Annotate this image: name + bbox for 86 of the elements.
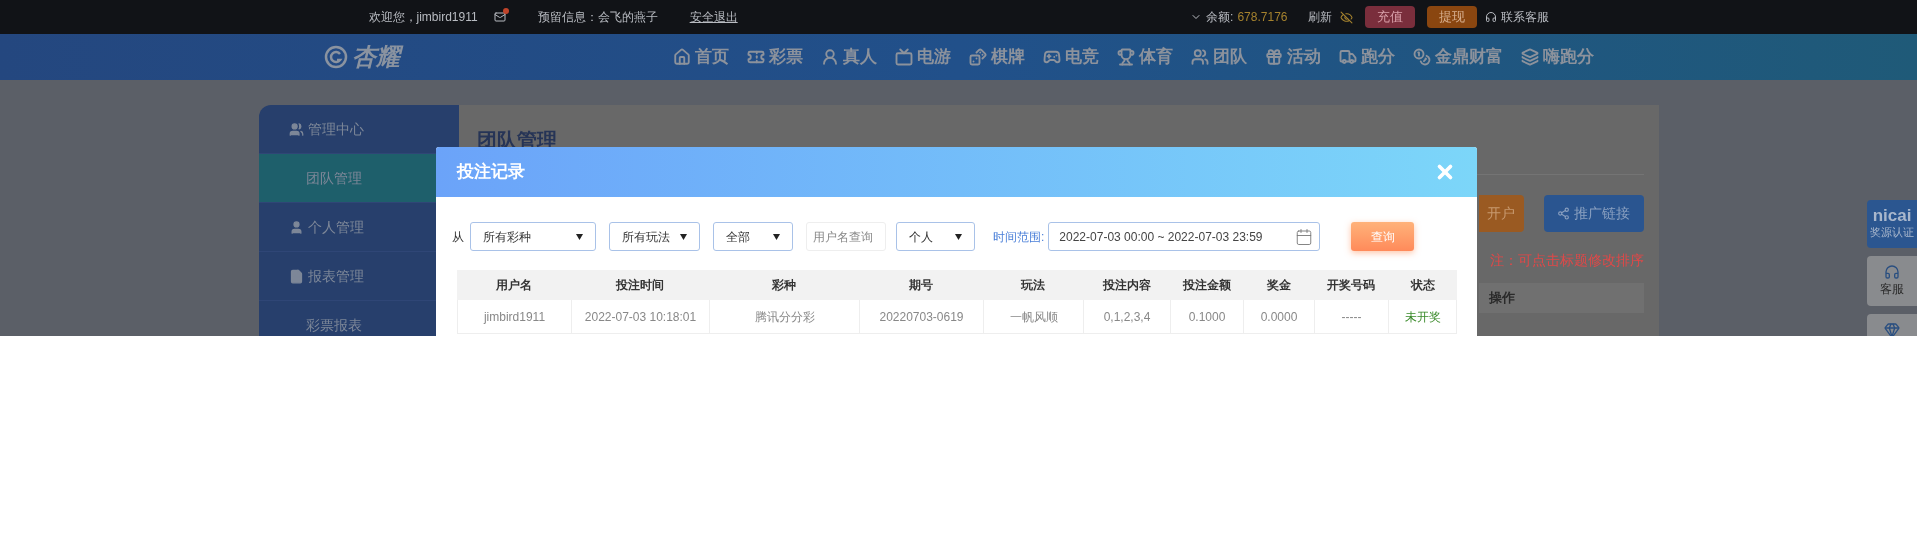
sort-note: 注：可点击标题修改排序	[1489, 251, 1644, 270]
nav-item[interactable]: 棋牌	[968, 44, 1025, 70]
nav-item[interactable]: 电游	[894, 44, 951, 70]
column-header[interactable]: 开奖号码	[1314, 270, 1388, 300]
dialog-title: 投注记录	[457, 161, 525, 184]
nav-icon	[1264, 48, 1283, 66]
column-header[interactable]: 投注时间	[571, 270, 709, 300]
table-cell: -----	[1314, 300, 1388, 333]
dropdown[interactable]: 所有玩法	[609, 222, 700, 251]
table-cell: 0.0000	[1243, 300, 1314, 333]
table-cell: 一帆风顺	[983, 300, 1083, 333]
diamond-icon	[1884, 322, 1900, 336]
nav-icon	[1116, 48, 1135, 66]
nav-item[interactable]: 金鼎财富	[1412, 44, 1503, 70]
nav-icon	[820, 48, 839, 66]
diamond-tile[interactable]	[1867, 314, 1917, 336]
balance-amount: 678.7176	[1237, 9, 1288, 26]
caret-icon	[773, 233, 780, 240]
headset-icon[interactable]	[1484, 11, 1497, 23]
headset-icon	[1884, 264, 1900, 280]
document-icon	[288, 268, 304, 284]
support-link[interactable]: 联系客服	[1500, 8, 1549, 26]
table-cell: 未开奖	[1388, 300, 1457, 333]
time-range-label: 时间范围:	[993, 228, 1045, 246]
column-header[interactable]: 玩法	[983, 270, 1083, 300]
column-header[interactable]: 操作	[1488, 288, 1515, 308]
nav-icon	[1520, 48, 1539, 66]
table-cell: 20220703-0619	[859, 300, 983, 333]
nav-item[interactable]: 彩票	[746, 44, 803, 70]
greeting: 欢迎您，jimbird1911	[368, 9, 478, 26]
reserved-message: 预留信息：会飞的燕子	[537, 9, 658, 26]
support-tile[interactable]: 客服	[1867, 256, 1917, 306]
users-icon	[288, 121, 304, 137]
nav-icon	[672, 48, 691, 66]
mail-icon[interactable]	[493, 11, 506, 23]
caret-icon	[576, 233, 583, 240]
logo-mark-icon	[323, 45, 348, 69]
nav-item[interactable]: 嗨跑分	[1520, 44, 1594, 70]
table-cell: 0.1000	[1170, 300, 1243, 333]
prize-source-badge[interactable]: nicai 奖源认证	[1867, 200, 1917, 248]
column-header[interactable]: 状态	[1388, 270, 1457, 300]
nav-item[interactable]: 活动	[1264, 44, 1321, 70]
table-cell: 0,1,2,3,4	[1083, 300, 1170, 333]
nav-icon	[1412, 48, 1431, 66]
badge-logo-text: nicai	[1872, 207, 1912, 225]
dropdown[interactable]: 所有彩种	[470, 222, 596, 251]
nav-item[interactable]: 电竞	[1042, 44, 1099, 70]
date-range-field[interactable]: 2022-07-03 00:00 ~ 2022-07-03 23:59	[1048, 222, 1321, 251]
column-header[interactable]: 投注内容	[1083, 270, 1170, 300]
nav-icon	[1042, 48, 1061, 66]
refresh-link[interactable]: 刷新	[1307, 8, 1332, 26]
eye-off-icon[interactable]	[1339, 10, 1353, 24]
nav-icon	[968, 48, 987, 66]
caret-icon	[955, 233, 962, 240]
nav-item[interactable]: 跑分	[1338, 44, 1395, 70]
badge-label: 奖源认证	[1870, 225, 1914, 241]
open-account-button[interactable]: 开户	[1478, 195, 1524, 232]
caret-icon	[680, 233, 687, 240]
table-cell: 2022-07-03 10:18:01	[571, 300, 709, 333]
table-cell: jimbird1911	[457, 300, 571, 333]
nav-icon	[746, 48, 765, 66]
column-header[interactable]: 投注金额	[1170, 270, 1243, 300]
dropdown[interactable]: 全部	[713, 222, 793, 251]
nav-icon	[1338, 48, 1357, 66]
nav-item[interactable]: 首页	[672, 44, 729, 70]
nav-item[interactable]: 真人	[820, 44, 877, 70]
nav-icon	[1190, 48, 1209, 66]
column-header[interactable]: 奖金	[1243, 270, 1314, 300]
table-cell: 腾讯分分彩	[709, 300, 859, 333]
share-link-button[interactable]: 推广链接	[1543, 195, 1644, 232]
column-header[interactable]: 彩种	[709, 270, 859, 300]
nav-item[interactable]: 体育	[1116, 44, 1173, 70]
column-header[interactable]: 用户名	[457, 270, 571, 300]
query-button[interactable]: 查询	[1351, 222, 1415, 251]
share-icon	[1557, 207, 1570, 220]
column-header[interactable]: 期号	[859, 270, 983, 300]
deposit-button[interactable]: 充值	[1364, 6, 1415, 28]
calendar-icon	[1295, 227, 1314, 246]
username-field[interactable]: 用户名查询	[806, 222, 886, 251]
balance-label: 余额:	[1206, 9, 1234, 26]
logout-link[interactable]: 安全退出	[689, 8, 738, 26]
withdraw-button[interactable]: 提现	[1426, 6, 1477, 28]
user-icon	[288, 219, 304, 235]
nav-icon	[894, 48, 913, 66]
nav-item[interactable]: 团队	[1190, 44, 1247, 70]
dropdown[interactable]: 个人	[896, 222, 975, 251]
